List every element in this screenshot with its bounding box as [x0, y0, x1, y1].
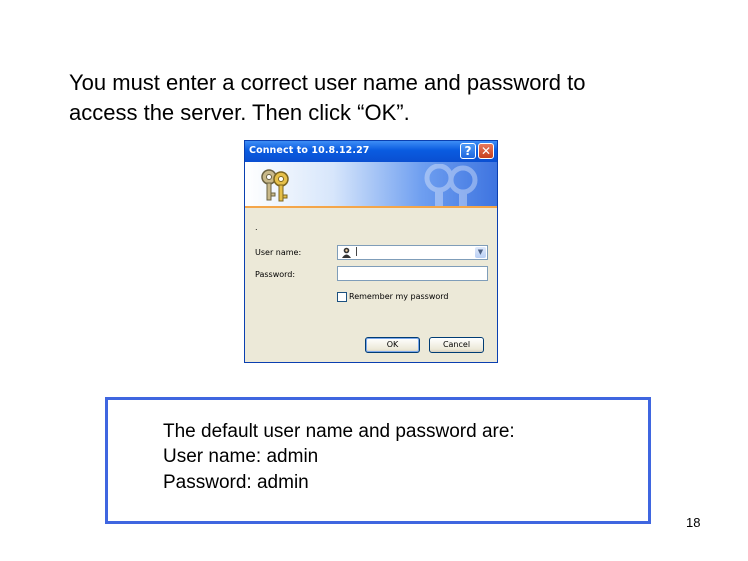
chevron-down-icon[interactable]: ▼ — [475, 247, 486, 258]
username-label: User name: — [255, 248, 302, 257]
default-password: Password: admin — [163, 472, 309, 493]
instruction-line-1: You must enter a correct user name and p… — [69, 70, 586, 95]
credentials-heading: The default user name and password are: — [163, 421, 515, 442]
default-username: User name: admin — [163, 446, 319, 467]
dialog-message: . — [255, 223, 258, 232]
user-icon — [342, 247, 351, 258]
dialog-titlebar[interactable]: Connect to 10.8.12.27 ? ✕ — [245, 141, 497, 162]
password-label: Password: — [255, 270, 296, 279]
username-combobox[interactable]: | ▼ — [337, 245, 488, 260]
username-value[interactable]: | — [355, 247, 358, 258]
cancel-button[interactable]: Cancel — [429, 337, 484, 353]
connect-dialog: Connect to 10.8.12.27 ? ✕ . User name: |… — [244, 140, 498, 363]
close-button[interactable]: ✕ — [478, 143, 494, 159]
keys-watermark-icon — [424, 164, 478, 206]
remember-password-checkbox[interactable] — [337, 292, 347, 302]
keys-icon — [261, 169, 289, 202]
help-button[interactable]: ? — [460, 143, 476, 159]
instruction-text: You must enter a correct user name and p… — [69, 68, 709, 128]
ok-button[interactable]: OK — [365, 337, 420, 353]
default-credentials-box: The default user name and password are: … — [105, 397, 651, 524]
dialog-banner — [245, 162, 497, 208]
remember-password-label[interactable]: Remember my password — [349, 292, 449, 301]
instruction-line-2: access the server. Then click “OK”. — [69, 100, 410, 125]
dialog-title: Connect to 10.8.12.27 — [249, 145, 370, 156]
password-field[interactable] — [337, 266, 488, 281]
page-number: 18 — [686, 515, 701, 530]
